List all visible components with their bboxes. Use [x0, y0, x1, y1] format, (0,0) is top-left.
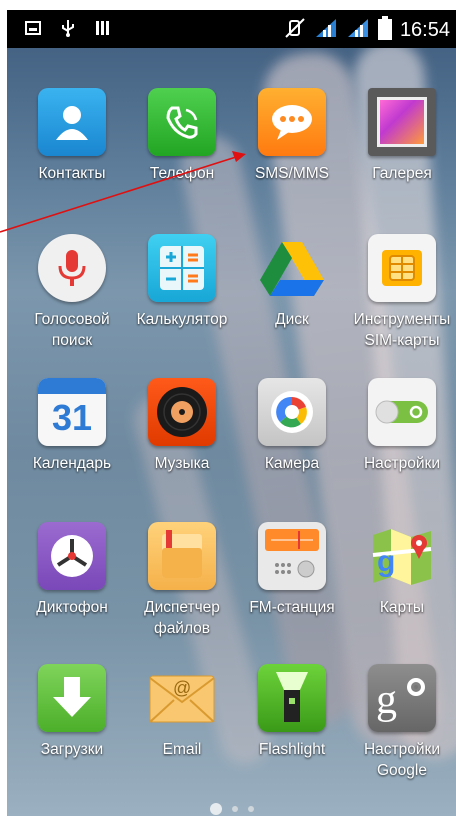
app-label: Голосовой поиск [34, 311, 110, 349]
app-label: Flashlight [258, 741, 326, 758]
app-contacts[interactable]: Контакты [17, 88, 127, 184]
status-bar: 16:54 [7, 10, 456, 48]
signal-1-icon [314, 17, 338, 44]
flashlight-icon [258, 664, 326, 732]
app-sms-mms[interactable]: SMS/MMS [237, 88, 347, 184]
camera-icon [258, 378, 326, 446]
app-label: Диспетчер файлов [144, 599, 220, 637]
svg-text:@: @ [173, 678, 191, 698]
app-phone[interactable]: Телефон [127, 88, 237, 184]
app-label: Настройки Google [363, 741, 440, 779]
app-label: Контакты [38, 165, 106, 182]
dictaphone-icon [38, 522, 106, 590]
calendar-day: 31 [51, 397, 93, 438]
app-flashlight[interactable]: Flashlight [237, 664, 347, 760]
microphone-icon [38, 234, 106, 302]
app-camera[interactable]: Камера [237, 378, 347, 474]
app-label: Музыка [154, 455, 210, 472]
app-email[interactable]: @ Email [127, 664, 237, 760]
maps-icon: g [368, 522, 436, 590]
sim-card-icon [368, 234, 436, 302]
app-label: FM-станция [249, 599, 335, 616]
clock: 16:54 [399, 19, 450, 41]
vibrate-off-icon [284, 17, 306, 44]
app-label: Настройки [363, 455, 440, 472]
app-fm-radio[interactable]: FM-станция [237, 522, 347, 618]
gallery-icon [368, 88, 436, 156]
app-calculator[interactable]: Калькулятор [127, 234, 237, 330]
app-gallery[interactable]: Галерея [347, 88, 456, 184]
app-voice-search[interactable]: Голосовой поиск [17, 234, 127, 351]
page-dot[interactable] [231, 806, 238, 812]
app-google-settings[interactable]: g Настройки Google [347, 664, 456, 781]
radio-icon [258, 522, 326, 590]
app-label: Загрузки [40, 741, 104, 758]
email-icon: @ [148, 664, 216, 732]
home-screen: 16:54 Контакты Телефон SMS/MMS Галерея Г… [7, 10, 456, 816]
app-file-manager[interactable]: Диспетчер файлов [127, 522, 237, 639]
page-dot[interactable] [247, 806, 254, 812]
phone-icon [148, 88, 216, 156]
app-label: Диктофон [36, 599, 108, 616]
app-label: Календарь [32, 455, 112, 472]
app-downloads[interactable]: Загрузки [17, 664, 127, 760]
app-label: SMS/MMS [254, 165, 330, 182]
app-label: Камера [264, 455, 320, 472]
app-sim-toolkit[interactable]: Инструменты SIM-карты [347, 234, 456, 351]
signal-2-icon [346, 17, 370, 44]
svg-text:g: g [377, 545, 395, 578]
app-music[interactable]: Музыка [127, 378, 237, 474]
app-label: Карты [379, 599, 425, 616]
usb-icon [61, 19, 75, 42]
svg-text:g: g [376, 677, 397, 723]
app-label: Email [162, 741, 202, 758]
app-dictaphone[interactable]: Диктофон [17, 522, 127, 618]
app-label: Калькулятор [136, 311, 228, 328]
drive-icon [258, 234, 326, 302]
messaging-icon [258, 88, 326, 156]
app-maps[interactable]: g Карты [347, 522, 456, 618]
storage-icon [95, 20, 111, 41]
contacts-icon [38, 88, 106, 156]
app-drive[interactable]: Диск [237, 234, 347, 330]
screenshot-icon [25, 21, 41, 40]
calculator-icon [148, 234, 216, 302]
app-label: Инструменты SIM-карты [353, 311, 451, 349]
settings-toggle-icon [368, 378, 436, 446]
app-label: Телефон [149, 165, 215, 182]
app-calendar[interactable]: 31 Календарь [17, 378, 127, 474]
page-dot-current[interactable] [209, 803, 222, 815]
music-icon [148, 378, 216, 446]
folder-icon [148, 522, 216, 590]
google-settings-icon: g [368, 664, 436, 732]
page-indicator[interactable] [7, 803, 456, 815]
download-icon [38, 664, 106, 732]
app-settings[interactable]: Настройки [347, 378, 456, 474]
calendar-icon: 31 [38, 378, 106, 446]
battery-icon [377, 16, 392, 45]
app-label: Диск [275, 311, 309, 328]
app-label: Галерея [372, 165, 432, 182]
